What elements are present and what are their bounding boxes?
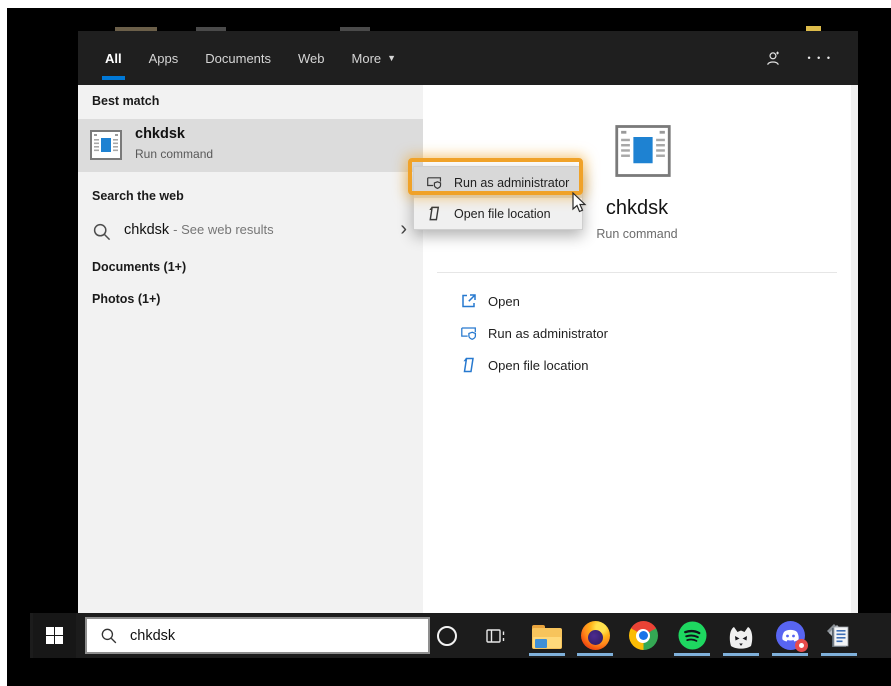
cortana-icon (437, 626, 457, 646)
search-the-web-header: Search the web (92, 189, 184, 203)
spotify-icon (678, 621, 707, 650)
web-search-query: chkdsk (124, 222, 169, 238)
best-match-title: chkdsk (135, 126, 185, 142)
firefox-icon (581, 621, 610, 650)
search-results-area: Best match chkdsk Run command Search the… (78, 85, 858, 613)
context-menu-open-file-location[interactable]: Open file location (414, 198, 582, 229)
context-menu-open-location-label: Open file location (454, 207, 551, 221)
running-indicator (772, 653, 808, 656)
user-icon[interactable] (763, 49, 782, 68)
search-icon (92, 222, 112, 242)
running-indicator (674, 653, 710, 656)
tab-documents-label: Documents (205, 51, 271, 66)
taskbar-app-spotify[interactable] (672, 613, 712, 658)
divider (437, 272, 837, 273)
context-menu-run-admin-label: Run as administrator (454, 176, 569, 190)
tab-apps[interactable]: Apps (149, 31, 179, 85)
taskbar-app-firefox[interactable] (575, 613, 615, 658)
taskbar-search-box[interactable] (85, 617, 430, 654)
running-indicator (821, 653, 857, 656)
task-view-icon (485, 626, 507, 646)
tab-web[interactable]: Web (298, 31, 325, 85)
chevron-right-icon[interactable]: › (400, 218, 407, 241)
run-as-admin-shield-icon (460, 324, 478, 342)
web-search-hint: - See web results (173, 222, 273, 237)
tab-all-label: All (105, 51, 122, 66)
search-filter-bar: All Apps Documents Web More ▼ • • • (78, 31, 858, 85)
taskbar-app-file-explorer[interactable] (527, 613, 567, 658)
best-match-result-chkdsk[interactable]: chkdsk Run command (78, 119, 423, 172)
action-run-admin-label: Run as administrator (488, 326, 608, 341)
search-flyout: All Apps Documents Web More ▼ • • • Best … (78, 31, 858, 613)
running-indicator (577, 653, 613, 656)
best-match-subtitle: Run command (135, 147, 213, 161)
results-list-panel: Best match chkdsk Run command Search the… (78, 85, 423, 613)
search-input[interactable] (130, 628, 400, 644)
run-as-admin-shield-icon (426, 174, 443, 191)
open-file-location-icon (460, 356, 478, 374)
tab-all[interactable]: All (105, 31, 122, 85)
file-explorer-icon (532, 625, 562, 649)
run-command-icon-large (615, 123, 671, 179)
context-menu-run-as-administrator[interactable]: Run as administrator (414, 167, 582, 198)
search-icon (100, 627, 118, 645)
discord-icon (776, 621, 805, 650)
more-ellipsis-icon[interactable]: • • • (808, 53, 832, 63)
documents-group-header[interactable]: Documents (1+) (92, 260, 186, 274)
open-file-location-icon (426, 205, 443, 222)
tab-documents[interactable]: Documents (205, 31, 271, 85)
document-editor-icon (824, 621, 854, 651)
taskbar-app-document-editor[interactable] (819, 613, 859, 658)
preview-panel: chkdsk Run command Open Run as administr… (423, 85, 851, 613)
context-menu: Run as administrator Open file location (413, 166, 583, 230)
tab-more-label: More (352, 51, 382, 66)
taskbar (30, 613, 891, 658)
action-open-file-location[interactable]: Open file location (423, 352, 851, 378)
action-open[interactable]: Open (423, 288, 851, 314)
taskbar-app-chrome[interactable] (623, 613, 663, 658)
header-right-controls: • • • (763, 49, 858, 68)
web-search-result-text: chkdsk - See web results (124, 222, 274, 238)
action-open-location-label: Open file location (488, 358, 588, 373)
chevron-down-icon: ▼ (387, 53, 396, 63)
run-command-icon (90, 129, 122, 161)
best-match-header: Best match (92, 94, 159, 108)
notification-badge (795, 639, 808, 652)
open-icon (460, 292, 478, 310)
taskbar-app-discord[interactable] (770, 613, 810, 658)
taskbar-app-foobar2000[interactable] (721, 613, 761, 658)
running-indicator (723, 653, 759, 656)
tab-apps-label: Apps (149, 51, 179, 66)
filter-tabs: All Apps Documents Web More ▼ (105, 31, 396, 85)
mouse-cursor-icon (571, 192, 587, 214)
start-button[interactable] (33, 613, 76, 658)
task-view-button[interactable] (476, 613, 516, 658)
tab-web-label: Web (298, 51, 325, 66)
tab-more[interactable]: More ▼ (352, 31, 397, 85)
photos-group-header[interactable]: Photos (1+) (92, 292, 160, 306)
web-search-result-row[interactable]: chkdsk - See web results › (78, 212, 423, 252)
cortana-button[interactable] (427, 613, 467, 658)
windows-start-icon (46, 627, 63, 644)
running-indicator (529, 653, 565, 656)
action-run-as-administrator[interactable]: Run as administrator (423, 320, 851, 346)
foobar2000-icon (727, 622, 755, 650)
chrome-icon (629, 621, 658, 650)
action-open-label: Open (488, 294, 520, 309)
